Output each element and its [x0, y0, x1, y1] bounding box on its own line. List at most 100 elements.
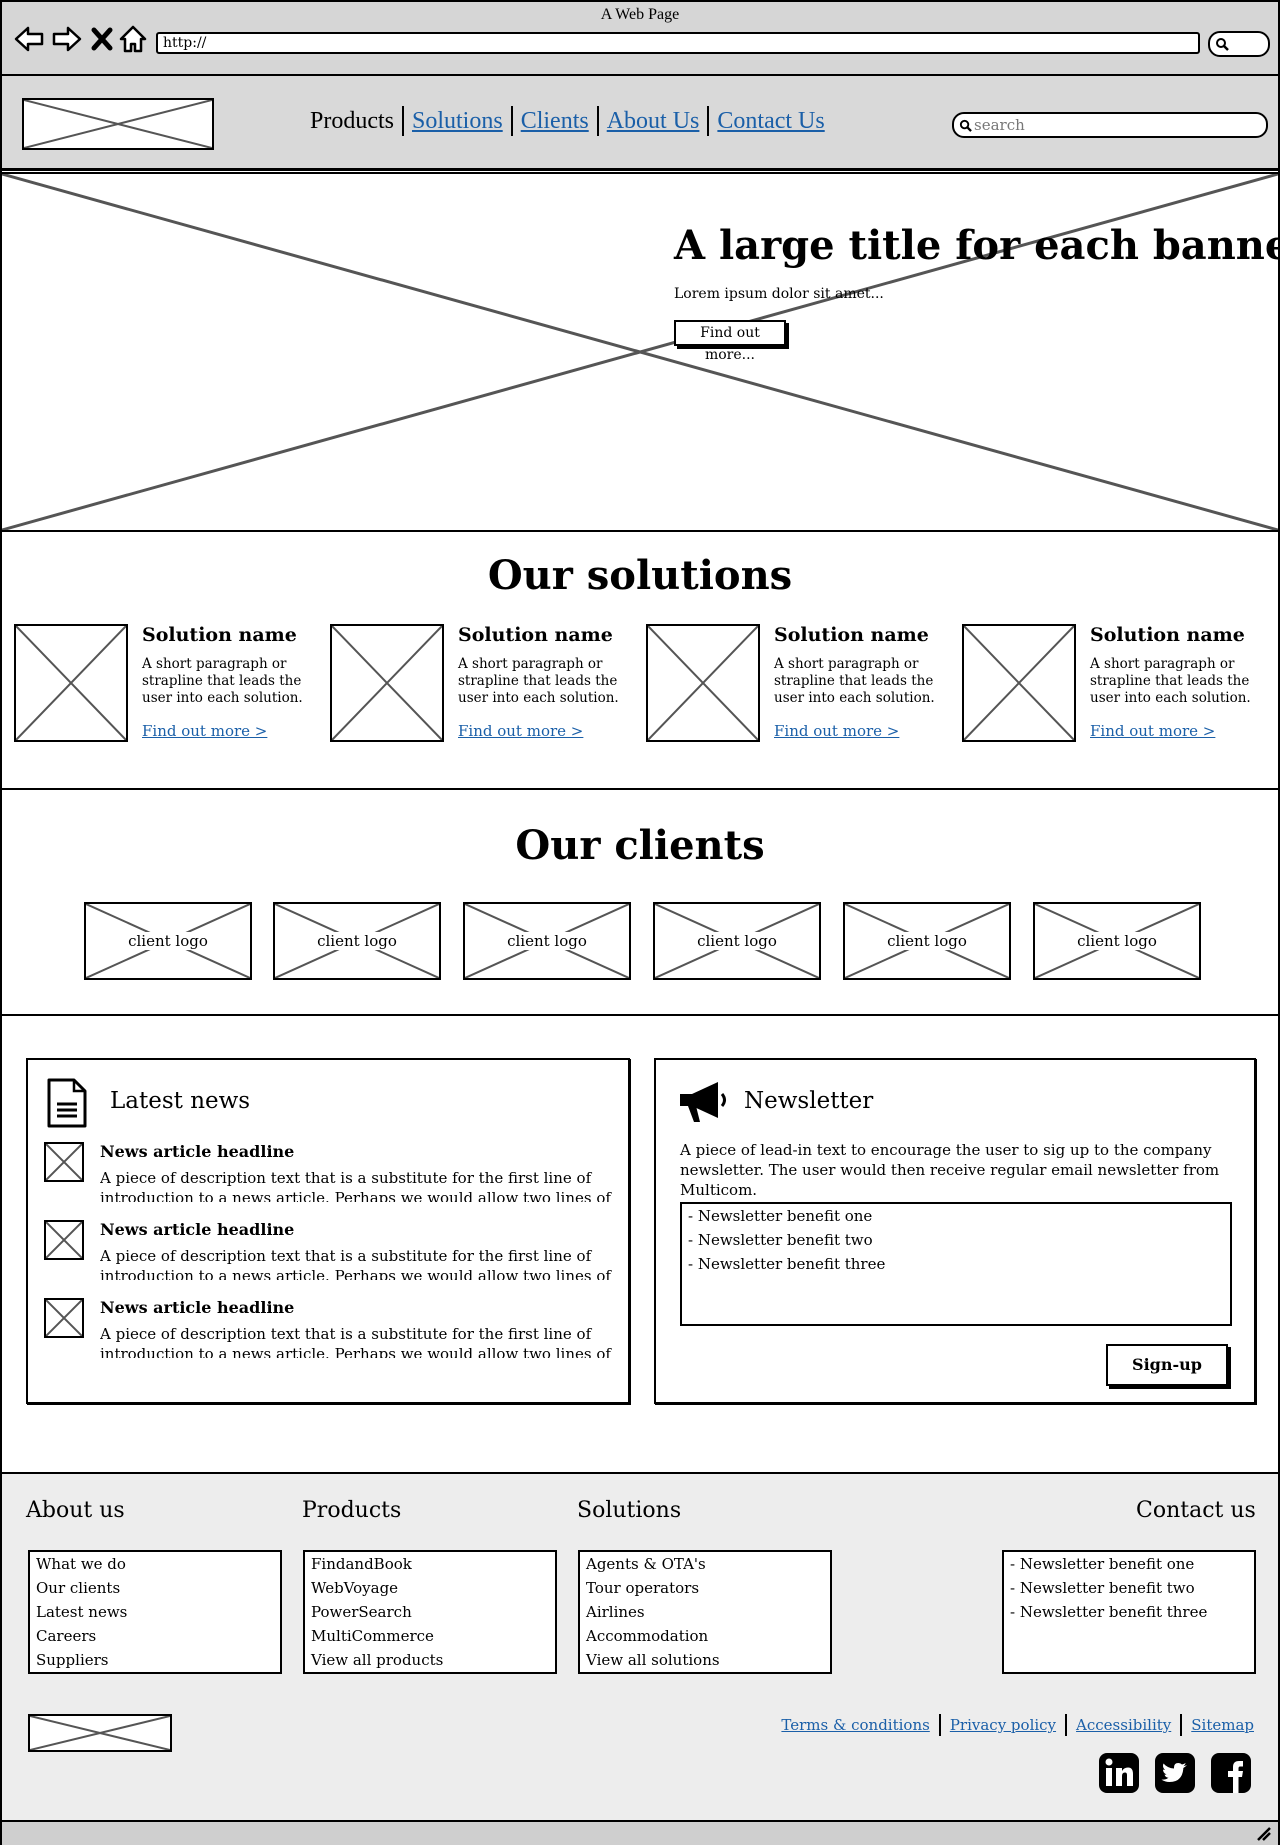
browser-search-field[interactable]: [1208, 31, 1270, 57]
client-logo[interactable]: client logo: [84, 902, 252, 980]
footer-link-what-we-do[interactable]: What we do: [30, 1552, 280, 1576]
solution-card: Solution name A short paragraph or strap…: [330, 624, 640, 744]
solution-card: Solution name A short paragraph or strap…: [14, 624, 324, 744]
window-title: A Web Page: [600, 6, 680, 23]
solution-image-placeholder: [646, 624, 760, 742]
search-placeholder: search: [974, 116, 1025, 134]
footer-link-careers[interactable]: Careers: [30, 1624, 280, 1648]
news-thumbnail: [44, 1298, 84, 1338]
solutions-heading: Our solutions: [487, 552, 793, 599]
footer-link-multicommerce[interactable]: MultiCommerce: [305, 1624, 555, 1648]
solution-find-out-more-link[interactable]: Find out more >: [1090, 722, 1215, 740]
solution-description: A short paragraph or strapline that lead…: [458, 656, 619, 706]
home-icon[interactable]: [118, 24, 148, 54]
newsletter-benefit: - Newsletter benefit three: [688, 1255, 886, 1273]
newsletter-benefit: - Newsletter benefit one: [688, 1207, 873, 1225]
signup-button[interactable]: Sign-up: [1106, 1344, 1228, 1386]
solution-card: Solution name A short paragraph or strap…: [646, 624, 956, 744]
footer-link-view-all-solutions[interactable]: View all solutions: [580, 1648, 830, 1672]
solution-description: A short paragraph or strapline that lead…: [1090, 656, 1251, 706]
footer-link-accommodation[interactable]: Accommodation: [580, 1624, 830, 1648]
client-logo-label: client logo: [125, 932, 211, 950]
twitter-icon[interactable]: [1154, 1752, 1196, 1794]
site-footer: About us Products Solutions Contact us W…: [2, 1472, 1278, 1822]
client-logo[interactable]: client logo: [653, 902, 821, 980]
news-item[interactable]: News article headline A piece of descrip…: [44, 1298, 614, 1368]
solution-name: Solution name: [458, 624, 613, 646]
footer-link-findandbook[interactable]: FindandBook: [305, 1552, 555, 1576]
footer-link-webvoyage[interactable]: WebVoyage: [305, 1576, 555, 1600]
client-logo[interactable]: client logo: [843, 902, 1011, 980]
nav-clients[interactable]: Clients: [513, 108, 597, 135]
newsletter-benefits-box: - Newsletter benefit one - Newsletter be…: [680, 1202, 1232, 1326]
footer-link-powersearch[interactable]: PowerSearch: [305, 1600, 555, 1624]
solution-name: Solution name: [774, 624, 929, 646]
news-description: A piece of description text that is a su…: [100, 1169, 611, 1202]
client-logo[interactable]: client logo: [463, 902, 631, 980]
solution-description: A short paragraph or strapline that lead…: [774, 656, 935, 706]
site-header: Products Solutions Clients About Us Cont…: [2, 76, 1278, 171]
news-item[interactable]: News article headline A piece of descrip…: [44, 1142, 614, 1212]
nav-about-us[interactable]: About Us: [599, 108, 708, 135]
client-logo-label: client logo: [1074, 932, 1160, 950]
footer-link-airlines[interactable]: Airlines: [580, 1600, 830, 1624]
sitemap-link[interactable]: Sitemap: [1182, 1716, 1254, 1734]
footer-about-list: What we do Our clients Latest news Caree…: [28, 1550, 282, 1674]
footer-logo[interactable]: [28, 1714, 172, 1752]
news-headline[interactable]: News article headline: [100, 1298, 294, 1317]
news-headline[interactable]: News article headline: [100, 1142, 294, 1161]
footer-contact-item: - Newsletter benefit three: [1010, 1603, 1208, 1621]
nav-products[interactable]: Products: [302, 108, 402, 135]
client-logo-label: client logo: [314, 932, 400, 950]
client-logo-label: client logo: [694, 932, 780, 950]
latest-news-title: Latest news: [110, 1088, 251, 1114]
footer-products-title: Products: [302, 1498, 402, 1523]
banner-find-out-more-button[interactable]: Find out more...: [674, 320, 786, 363]
main-nav: Products Solutions Clients About Us Cont…: [302, 106, 833, 136]
privacy-link[interactable]: Privacy policy: [941, 1716, 1065, 1734]
facebook-icon[interactable]: [1210, 1752, 1252, 1794]
client-logo[interactable]: client logo: [273, 902, 441, 980]
stop-icon[interactable]: [90, 24, 114, 54]
search-icon: [959, 119, 972, 132]
section-divider: [2, 788, 1278, 790]
section-divider: [2, 1014, 1278, 1016]
browser-status-bar: [2, 1820, 1278, 1845]
news-headline[interactable]: News article headline: [100, 1220, 294, 1239]
solution-find-out-more-link[interactable]: Find out more >: [774, 722, 899, 740]
search-icon: [1216, 38, 1229, 51]
footer-legal-links: Terms & conditions Privacy policy Access…: [772, 1714, 1254, 1736]
client-logo[interactable]: client logo: [1033, 902, 1201, 980]
solution-name: Solution name: [142, 624, 297, 646]
footer-link-suppliers[interactable]: Suppliers: [30, 1648, 280, 1672]
site-logo[interactable]: [22, 98, 214, 150]
footer-link-agents-otas[interactable]: Agents & OTA's: [580, 1552, 830, 1576]
address-bar[interactable]: http://: [156, 32, 1200, 54]
footer-contact-item: - Newsletter benefit one: [1010, 1555, 1195, 1573]
solution-find-out-more-link[interactable]: Find out more >: [458, 722, 583, 740]
footer-link-our-clients[interactable]: Our clients: [30, 1576, 280, 1600]
nav-contact-us[interactable]: Contact Us: [709, 108, 832, 135]
footer-link-tour-operators[interactable]: Tour operators: [580, 1576, 830, 1600]
footer-link-latest-news[interactable]: Latest news: [30, 1600, 280, 1624]
forward-icon[interactable]: [52, 24, 82, 54]
resize-grip-icon[interactable]: [1256, 1826, 1272, 1842]
footer-contact-list: - Newsletter benefit one - Newsletter be…: [1002, 1550, 1256, 1674]
terms-link[interactable]: Terms & conditions: [772, 1716, 938, 1734]
accessibility-link[interactable]: Accessibility: [1067, 1716, 1180, 1734]
solution-name: Solution name: [1090, 624, 1245, 646]
site-search-input[interactable]: search: [952, 112, 1268, 138]
hero-banner: A large title for each banner Lorem ipsu…: [2, 172, 1280, 532]
news-description: A piece of description text that is a su…: [100, 1247, 611, 1280]
news-item[interactable]: News article headline A piece of descrip…: [44, 1220, 614, 1290]
footer-solutions-list: Agents & OTA's Tour operators Airlines A…: [578, 1550, 832, 1674]
newsletter-benefit: - Newsletter benefit two: [688, 1231, 873, 1249]
news-description: A piece of description text that is a su…: [100, 1325, 611, 1358]
footer-link-view-all-products[interactable]: View all products: [305, 1648, 555, 1672]
nav-solutions[interactable]: Solutions: [404, 108, 511, 135]
linkedin-icon[interactable]: [1098, 1752, 1140, 1794]
newsletter-title: Newsletter: [744, 1088, 874, 1114]
solution-find-out-more-link[interactable]: Find out more >: [142, 722, 267, 740]
banner-title: A large title for each banner: [674, 222, 1280, 269]
back-icon[interactable]: [14, 24, 44, 54]
